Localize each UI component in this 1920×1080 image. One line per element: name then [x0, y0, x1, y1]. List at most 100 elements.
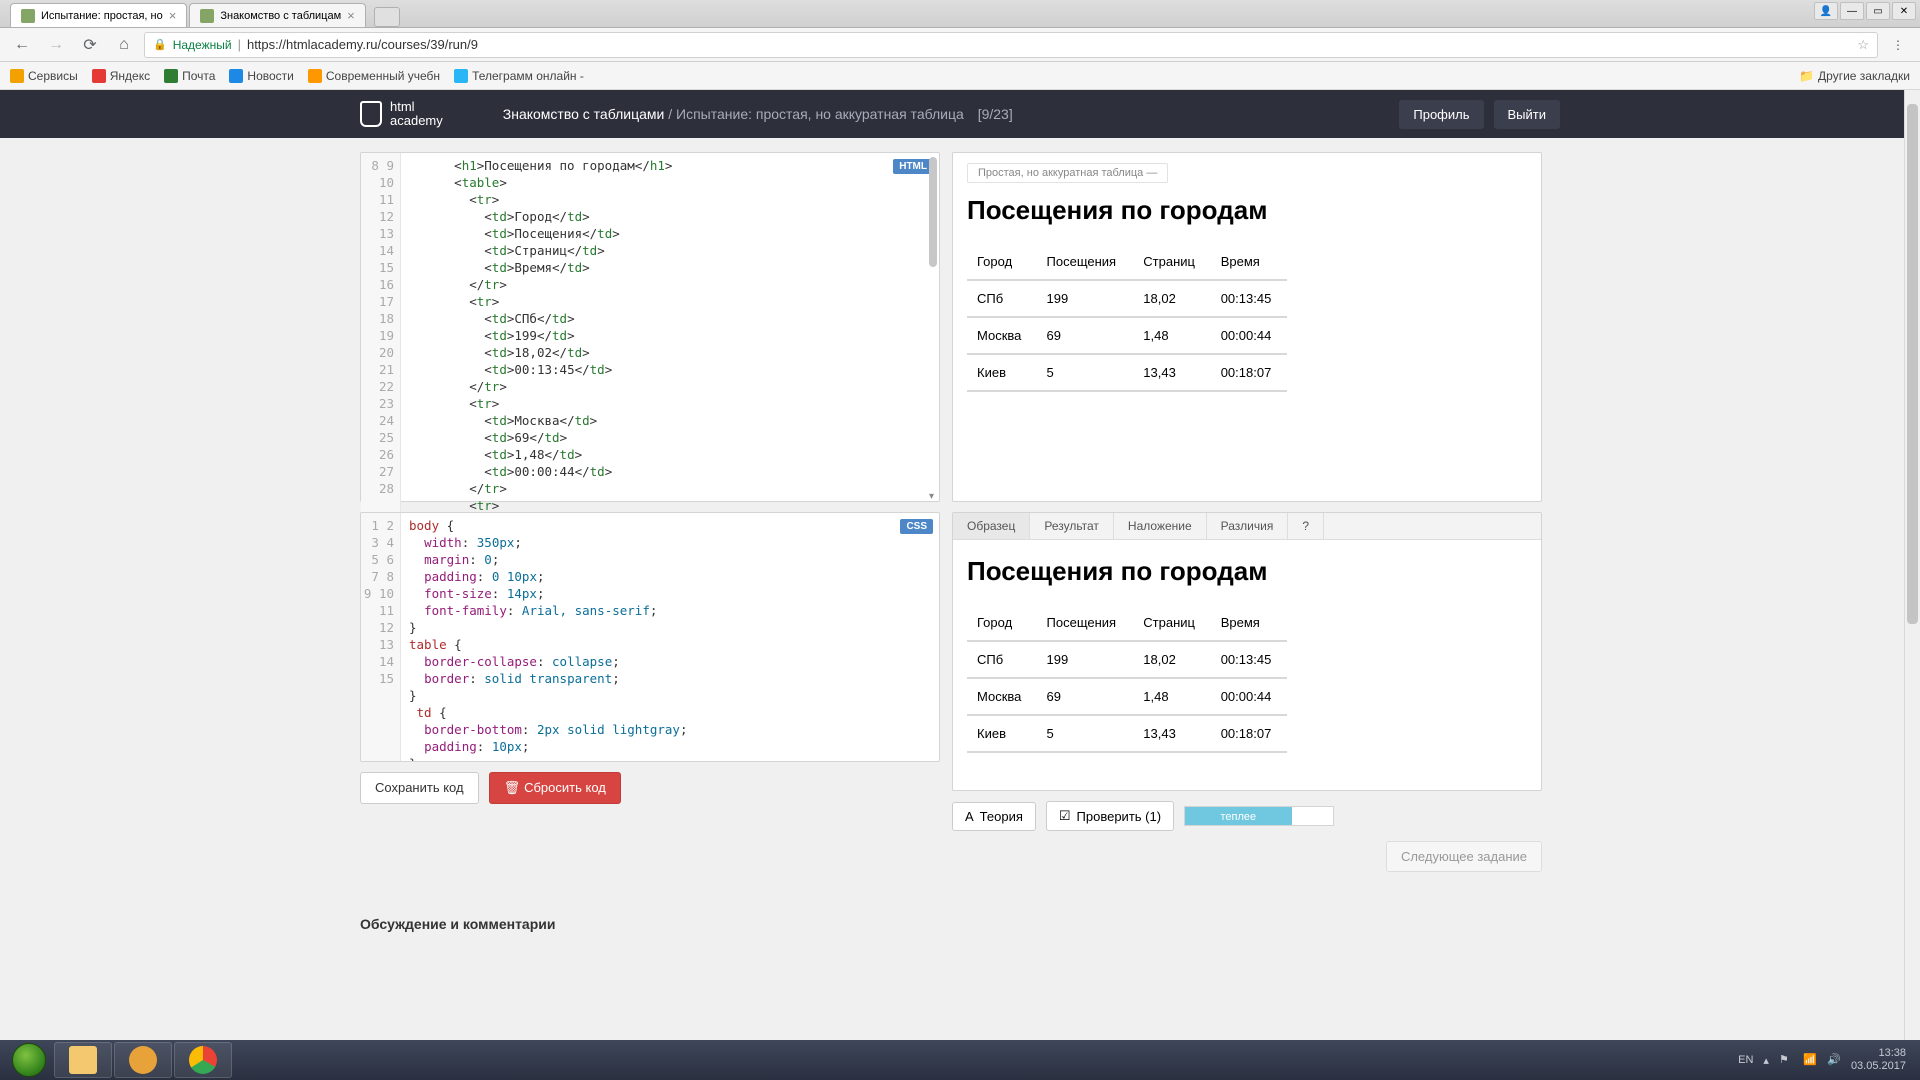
header-right: Профиль Выйти: [1399, 100, 1560, 129]
back-button[interactable]: ←: [8, 31, 36, 59]
scroll-thumb[interactable]: [929, 157, 937, 267]
windows-icon: [12, 1043, 46, 1077]
reset-button[interactable]: 🗑Сбросить код: [489, 772, 621, 804]
editor-scrollbar[interactable]: [929, 157, 937, 497]
bookmarks-more[interactable]: 📁 Другие закладки: [1799, 69, 1910, 83]
table-cell: 00:18:07: [1211, 354, 1287, 391]
close-icon[interactable]: ×: [169, 8, 177, 23]
table-cell: 00:13:45: [1211, 280, 1287, 317]
grid-icon: [10, 69, 24, 83]
menu-button[interactable]: ⋮: [1884, 38, 1912, 52]
table-header-cell: Время: [1211, 605, 1287, 641]
breadcrumb-course[interactable]: Знакомство с таблицами: [503, 106, 665, 122]
breadcrumb: Знакомство с таблицами / Испытание: прос…: [503, 106, 1013, 122]
table-header-cell: Посещения: [1037, 605, 1134, 641]
table-cell: 1,48: [1133, 678, 1210, 715]
bookmark-star-icon[interactable]: ☆: [1857, 37, 1869, 53]
html-badge: HTML: [893, 159, 933, 174]
scroll-thumb[interactable]: [1907, 104, 1918, 624]
shield-icon: [360, 101, 382, 127]
bookmark-icon: [164, 69, 178, 83]
tab-title: Знакомство с таблицам: [220, 10, 341, 22]
new-tab-button[interactable]: [374, 7, 400, 27]
apps-button[interactable]: Сервисы: [10, 69, 78, 83]
table-header-cell: Страниц: [1133, 244, 1210, 280]
save-button[interactable]: Сохранить код: [360, 772, 479, 804]
windows-taskbar: EN ▴ ⚑ 📶 🔊 13:38 03.05.2017: [0, 1040, 1920, 1080]
table-row: Киев513,4300:18:07: [967, 715, 1287, 752]
table-header-cell: Город: [967, 244, 1037, 280]
volume-icon[interactable]: 🔊: [1827, 1053, 1841, 1067]
bookmark-item[interactable]: Телеграмм онлайн -: [454, 69, 584, 83]
editor-buttons: Сохранить код 🗑Сбросить код: [360, 772, 940, 804]
code-content[interactable]: body { width: 350px; margin: 0; padding:…: [401, 513, 939, 762]
table-row: Москва691,4800:00:44: [967, 317, 1287, 354]
profile-button[interactable]: Профиль: [1399, 100, 1483, 129]
home-button[interactable]: ⌂: [110, 31, 138, 59]
preview-tab-label: Простая, но аккуратная таблица —: [967, 163, 1168, 183]
font-icon: A: [965, 809, 974, 824]
flag-icon[interactable]: ⚑: [1779, 1053, 1793, 1067]
forward-button[interactable]: →: [42, 31, 70, 59]
bookmark-label: Телеграмм онлайн -: [472, 69, 584, 83]
url-input[interactable]: 🔒 Надежный | https://htmlacademy.ru/cour…: [144, 32, 1878, 58]
check-button[interactable]: ☑ Проверить (1): [1046, 801, 1174, 831]
taskbar-item-app[interactable]: [114, 1042, 172, 1078]
app-header: html academy Знакомство с таблицами / Ис…: [0, 90, 1920, 138]
theory-button[interactable]: A Теория: [952, 802, 1036, 831]
result-preview: Простая, но аккуратная таблица — Посещен…: [952, 152, 1542, 502]
url-separator: |: [238, 37, 241, 52]
close-icon[interactable]: ×: [347, 8, 355, 23]
start-button[interactable]: [4, 1042, 54, 1078]
bookmark-item[interactable]: Современный учебн: [308, 69, 440, 83]
taskbar-item-chrome[interactable]: [174, 1042, 232, 1078]
bookmark-label: Почта: [182, 69, 215, 83]
address-bar: ← → ⟳ ⌂ 🔒 Надежный | https://htmlacademy…: [0, 28, 1920, 62]
bookmark-item[interactable]: Яндекс: [92, 69, 150, 83]
tab-overlay[interactable]: Наложение: [1114, 513, 1207, 539]
table-row: Киев513,4300:18:07: [967, 354, 1287, 391]
tab-result[interactable]: Результат: [1030, 513, 1114, 539]
line-gutter: 8 9 10 11 12 13 14 15 16 17 18 19 20 21 …: [361, 153, 401, 518]
table-cell: Москва: [967, 317, 1037, 354]
preview-title: Посещения по городам: [967, 195, 1527, 226]
maximize-button[interactable]: ▭: [1866, 2, 1890, 20]
table-cell: 5: [1037, 354, 1134, 391]
table-cell: 199: [1037, 280, 1134, 317]
tray-chevron-icon[interactable]: ▴: [1763, 1054, 1769, 1067]
next-task-button[interactable]: Следующее задание: [1386, 841, 1542, 872]
css-editor[interactable]: CSS 1 2 3 4 5 6 7 8 9 10 11 12 13 14 15 …: [360, 512, 940, 762]
network-icon[interactable]: 📶: [1803, 1053, 1817, 1067]
language-indicator[interactable]: EN: [1738, 1054, 1753, 1066]
clock[interactable]: 13:38 03.05.2017: [1851, 1047, 1906, 1073]
tab-sample[interactable]: Образец: [953, 513, 1030, 539]
page-scrollbar[interactable]: [1904, 90, 1920, 1040]
compare-tabs: Образец Результат Наложение Различия ?: [953, 513, 1541, 540]
tab-diff[interactable]: Различия: [1207, 513, 1289, 539]
taskbar-item-explorer[interactable]: [54, 1042, 112, 1078]
close-button[interactable]: ✕: [1892, 2, 1916, 20]
minimize-button[interactable]: —: [1840, 2, 1864, 20]
bookmark-label: Новости: [247, 69, 293, 83]
logout-button[interactable]: Выйти: [1494, 100, 1561, 129]
main-content: HTML 8 9 10 11 12 13 14 15 16 17 18 19 2…: [0, 138, 1920, 886]
favicon-icon: [21, 9, 35, 23]
table-row: СПб19918,0200:13:45: [967, 641, 1287, 678]
task-progress-count: [9/23]: [978, 106, 1013, 122]
table-cell: СПб: [967, 641, 1037, 678]
browser-tab[interactable]: Знакомство с таблицам ×: [189, 3, 365, 27]
similarity-progress: теплее: [1184, 806, 1334, 826]
help-button[interactable]: ?: [1288, 513, 1324, 539]
reload-button[interactable]: ⟳: [76, 31, 104, 59]
bookmark-icon: [308, 69, 322, 83]
chevron-down-icon[interactable]: ▾: [929, 491, 939, 501]
bookmark-item[interactable]: Новости: [229, 69, 293, 83]
table-cell: 13,43: [1133, 354, 1210, 391]
table-header-cell: Город: [967, 605, 1037, 641]
code-content[interactable]: <h1>Посещения по городам</h1> <table> <t…: [401, 153, 939, 518]
bookmark-item[interactable]: Почта: [164, 69, 215, 83]
browser-tab-active[interactable]: Испытание: простая, но ×: [10, 3, 187, 27]
user-icon[interactable]: 👤: [1814, 2, 1838, 20]
html-editor[interactable]: HTML 8 9 10 11 12 13 14 15 16 17 18 19 2…: [360, 152, 940, 502]
logo[interactable]: html academy: [360, 100, 443, 129]
